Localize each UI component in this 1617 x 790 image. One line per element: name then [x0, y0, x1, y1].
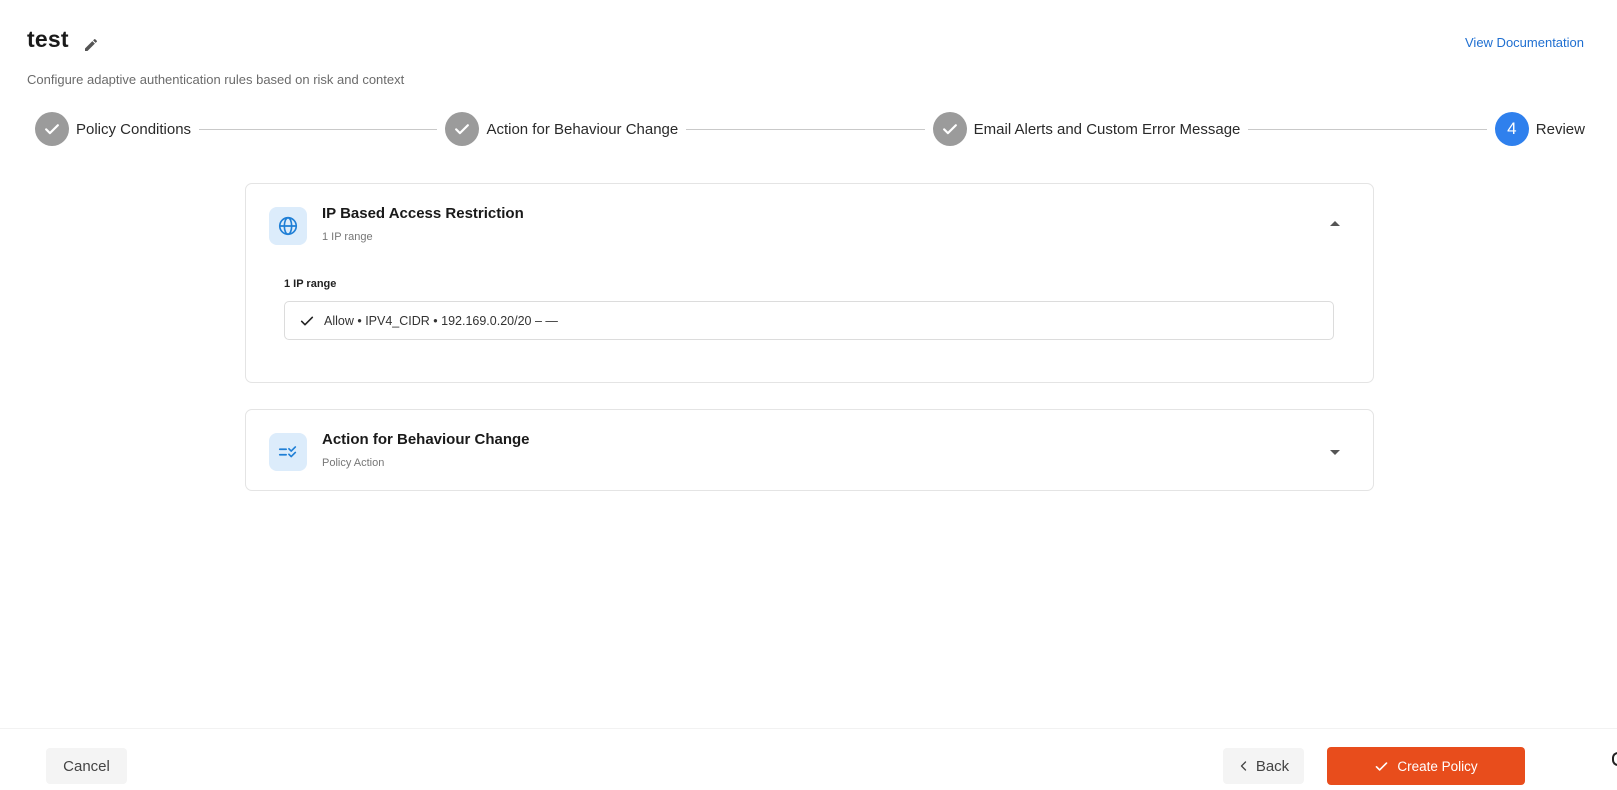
step-complete-check-icon — [932, 112, 967, 146]
step-label: Email Alerts and Custom Error Message — [973, 120, 1241, 138]
step-label: Review — [1535, 120, 1585, 138]
check-icon — [299, 313, 315, 329]
step-email-alerts[interactable]: Email Alerts and Custom Error Message — [932, 112, 1241, 146]
step-complete-check-icon — [35, 112, 69, 146]
card-title: Action for Behaviour Change — [322, 431, 530, 448]
step-number-badge: 4 — [1494, 112, 1529, 146]
back-button[interactable]: Back — [1223, 748, 1304, 784]
behaviour-action-card-header[interactable]: Action for Behaviour Change Policy Actio… — [246, 410, 1373, 490]
ip-range-text: Allow • IPV4_CIDR • 192.169.0.20/20 – — — [324, 313, 558, 328]
behaviour-action-card: Action for Behaviour Change Policy Actio… — [245, 409, 1374, 491]
step-complete-check-icon — [445, 112, 480, 146]
step-connector — [199, 128, 438, 130]
ip-range-section-label: 1 IP range — [284, 278, 337, 290]
globe-icon — [269, 207, 307, 245]
step-connector — [1248, 128, 1487, 130]
cancel-button[interactable]: Cancel — [46, 748, 127, 784]
card-title: IP Based Access Restriction — [322, 205, 524, 222]
back-button-label: Back — [1255, 757, 1290, 775]
wizard-stepper: Policy Conditions Action for Behaviour C… — [35, 112, 1585, 146]
chevron-down-icon[interactable] — [1330, 450, 1340, 455]
title-row: test — [27, 26, 1584, 53]
step-label: Action for Behaviour Change — [486, 120, 679, 138]
check-icon — [1374, 759, 1389, 774]
checklist-icon — [269, 433, 307, 471]
chevron-up-icon[interactable] — [1330, 221, 1340, 226]
step-action-for-behaviour-change[interactable]: Action for Behaviour Change — [445, 112, 678, 146]
step-connector — [686, 128, 925, 130]
chevron-left-icon — [1238, 760, 1250, 772]
step-label: Policy Conditions — [76, 120, 192, 138]
card-subtitle: Policy Action — [322, 457, 385, 469]
card-subtitle: 1 IP range — [322, 231, 373, 243]
ip-range-entry: Allow • IPV4_CIDR • 192.169.0.20/20 – — — [284, 301, 1334, 340]
wizard-footer: Cancel Back Create Policy — [0, 728, 1617, 790]
step-policy-conditions[interactable]: Policy Conditions — [35, 112, 191, 146]
view-documentation-link[interactable]: View Documentation — [1465, 35, 1584, 50]
page-title: test — [27, 26, 69, 52]
pencil-edit-icon[interactable] — [83, 37, 99, 53]
create-policy-button[interactable]: Create Policy — [1327, 747, 1525, 785]
step-review[interactable]: 4 Review — [1494, 112, 1585, 146]
page-subtitle: Configure adaptive authentication rules … — [27, 72, 405, 87]
ip-restriction-card-header[interactable]: IP Based Access Restriction 1 IP range — [246, 184, 1373, 264]
page-header: test Configure adaptive authentication r… — [27, 26, 1584, 90]
ip-restriction-card: IP Based Access Restriction 1 IP range 1… — [245, 183, 1374, 383]
help-widget-edge[interactable] — [1612, 752, 1617, 766]
create-policy-button-label: Create Policy — [1397, 758, 1478, 774]
